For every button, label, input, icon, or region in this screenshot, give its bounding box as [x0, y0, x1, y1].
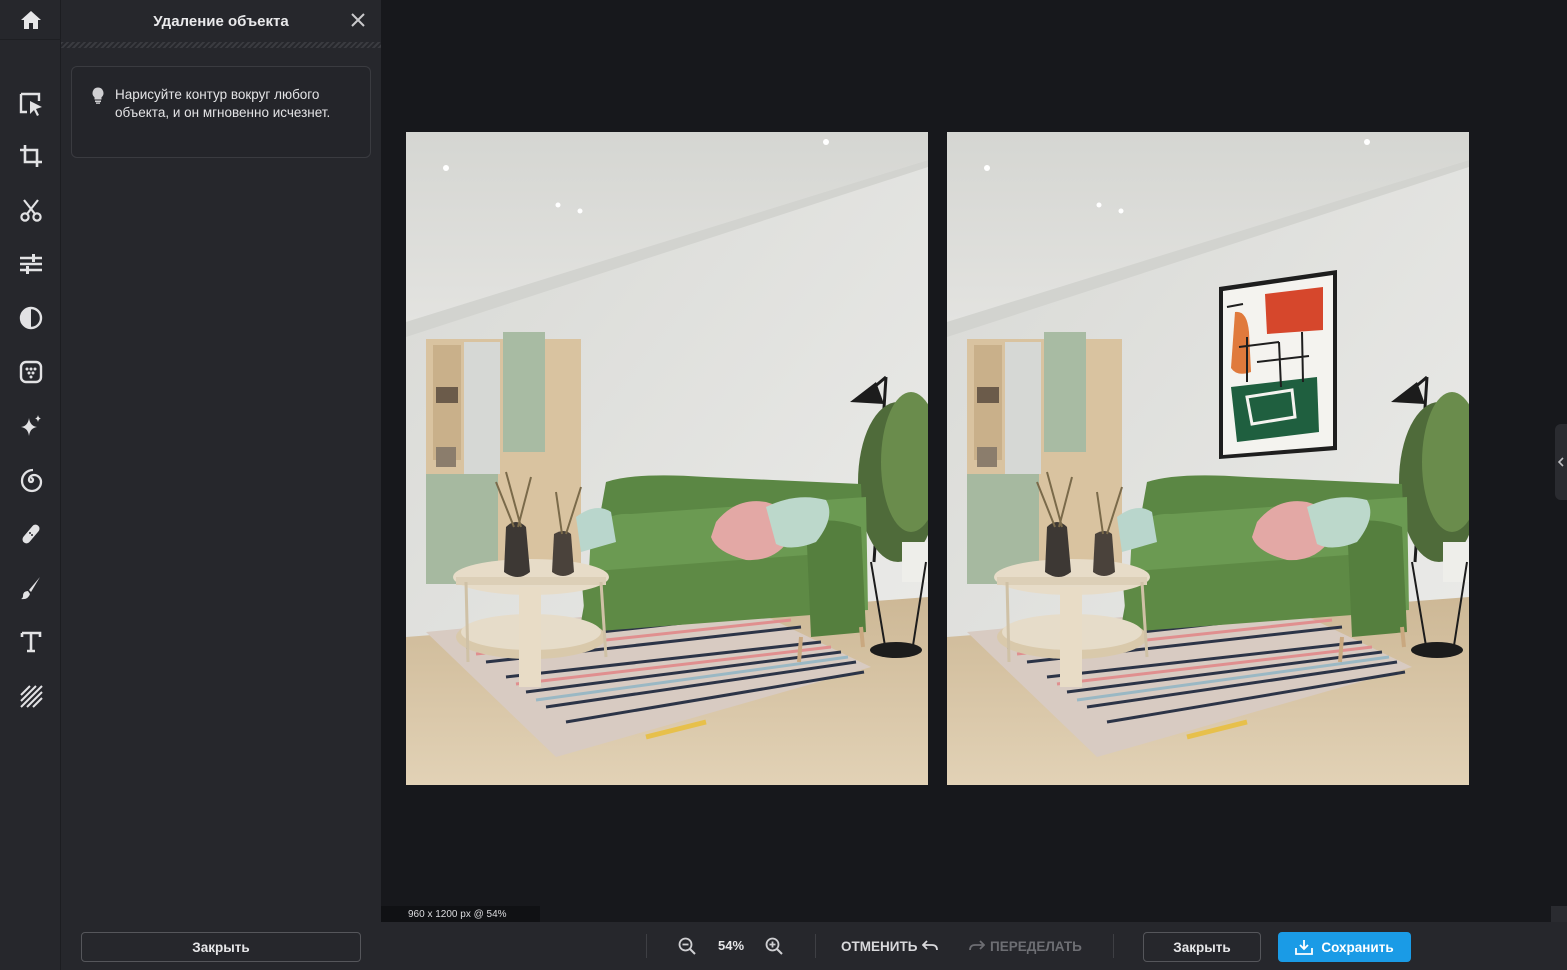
download-icon: [1295, 940, 1314, 955]
zoom-out-icon: [678, 937, 696, 955]
zoom-in-icon: [765, 937, 783, 955]
hint-text: Нарисуйте контур вокруг любого объекта, …: [115, 87, 331, 120]
effects-icon: [19, 360, 42, 384]
scroll-corner: [1551, 906, 1567, 922]
magic-icon: [20, 415, 41, 436]
original-image[interactable]: [947, 132, 1469, 785]
adjust-icon: [19, 254, 42, 274]
left-toolbar: [0, 0, 61, 970]
close-button[interactable]: Закрыть: [1143, 932, 1261, 962]
panel-title: Удаление объекта: [153, 12, 289, 30]
retouch-tool-button[interactable]: [0, 514, 61, 554]
magic-tool-button[interactable]: [0, 406, 61, 446]
result-image[interactable]: [406, 132, 928, 785]
room-illustration: [406, 132, 928, 785]
painting: [1219, 270, 1337, 459]
panel-divider: [61, 42, 381, 48]
retouch-icon: [22, 524, 39, 544]
divider: [646, 934, 647, 958]
bottom-bar: 54% ОТМЕНИТЬ ПЕРЕДЕЛАТЬ Закрыть Сохранит…: [381, 922, 1567, 970]
filter-tool-button[interactable]: [0, 298, 61, 338]
brush-tool-button[interactable]: [0, 568, 61, 608]
image-info-label: 960 x 1200 px @ 54%: [381, 906, 540, 922]
save-button[interactable]: Сохранить: [1278, 932, 1411, 962]
filter-icon: [19, 306, 42, 330]
undo-icon: [922, 940, 939, 951]
panel-close-button[interactable]: [347, 9, 369, 31]
lightbulb-icon: [92, 87, 104, 104]
hint-card: Нарисуйте контур вокруг любого объекта, …: [71, 66, 371, 158]
zoom-level: 54%: [717, 938, 745, 953]
redo-icon: [969, 940, 985, 951]
divider: [815, 934, 816, 958]
divider: [1113, 934, 1114, 958]
chevron-left-icon: [1558, 457, 1564, 467]
zoom-out-button[interactable]: [676, 935, 698, 957]
adjust-tool-button[interactable]: [0, 244, 61, 284]
canvas-area[interactable]: 960 x 1200 px @ 54%: [381, 0, 1567, 922]
select-tool-button[interactable]: [0, 84, 61, 124]
home-button[interactable]: [0, 0, 61, 40]
text-icon: [20, 631, 41, 653]
undo-label: ОТМЕНИТЬ: [841, 938, 918, 954]
save-label: Сохранить: [1321, 939, 1394, 955]
redo-label: ПЕРЕДЕЛАТЬ: [990, 938, 1082, 954]
select-icon: [19, 92, 42, 116]
room-illustration-with-painting: [947, 132, 1469, 785]
crop-tool-button[interactable]: [0, 136, 61, 176]
effects-tool-button[interactable]: [0, 352, 61, 392]
crop-icon: [19, 145, 42, 167]
undo-button[interactable]: ОТМЕНИТЬ: [841, 936, 939, 956]
texture-tool-button[interactable]: [0, 676, 61, 716]
cutout-tool-button[interactable]: [0, 190, 61, 230]
cutout-icon: [19, 199, 42, 222]
brush-icon: [20, 577, 40, 600]
object-removal-panel: Удаление объекта Нарисуйте контур вокруг…: [61, 0, 381, 970]
side-panel-toggle[interactable]: [1555, 424, 1567, 500]
texture-icon: [19, 685, 43, 708]
home-icon: [20, 10, 41, 29]
close-icon: [351, 13, 365, 27]
swirl-tool-button[interactable]: [0, 460, 61, 500]
text-tool-button[interactable]: [0, 622, 61, 662]
panel-header: Удаление объекта: [61, 0, 381, 42]
swirl-icon: [20, 468, 42, 493]
panel-close-text-button[interactable]: Закрыть: [81, 932, 361, 962]
redo-button[interactable]: ПЕРЕДЕЛАТЬ: [969, 936, 1082, 956]
zoom-in-button[interactable]: [763, 935, 785, 957]
